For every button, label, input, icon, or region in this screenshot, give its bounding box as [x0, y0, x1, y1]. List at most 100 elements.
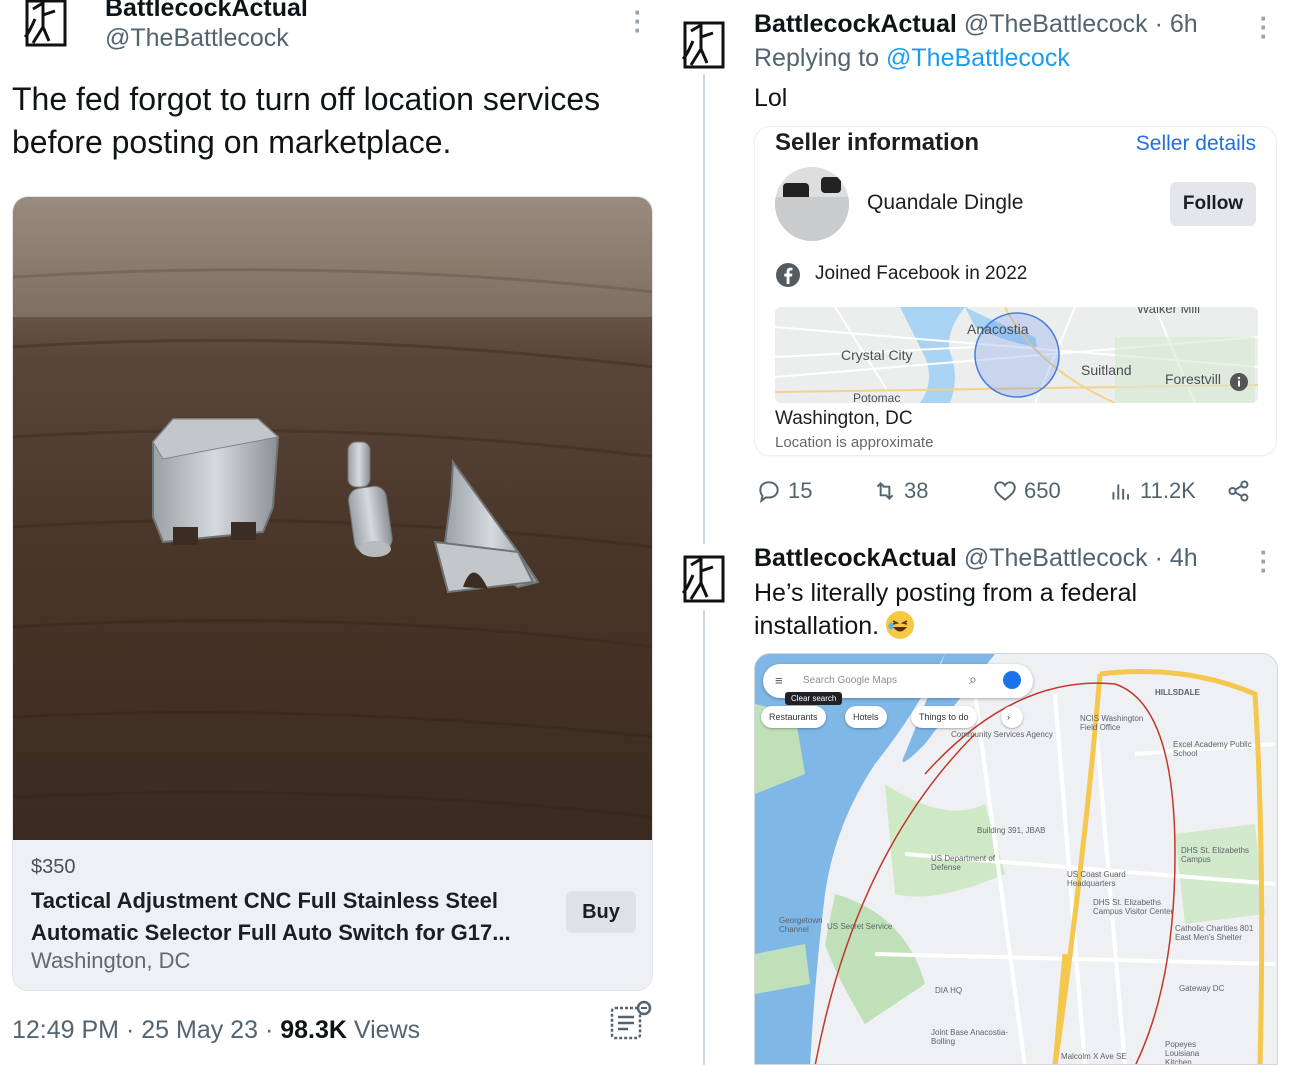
directions-icon[interactable]	[1003, 671, 1021, 689]
share-button[interactable]	[1226, 478, 1252, 504]
tweet-header: BattlecockActual @TheBattlecock · 6h	[754, 10, 1198, 39]
battlecock-logo-icon	[23, 0, 67, 47]
listing-title[interactable]: Tactical Adjustment CNC Full Stainless S…	[31, 885, 551, 949]
like-button[interactable]: 650	[992, 478, 1061, 504]
map-label: Forestvill	[1165, 371, 1222, 387]
views-label: Views	[353, 1016, 421, 1044]
tweet-date[interactable]: 25 May 23	[141, 1016, 258, 1044]
more-options-icon[interactable]: · · ·	[1258, 5, 1269, 49]
tweet-meta: 12:49 PM · 25 May 23 · 98.3K Views	[12, 1016, 420, 1045]
map-label: US Secret Service	[827, 922, 893, 931]
author-name[interactable]: BattlecockActual	[754, 10, 957, 38]
map-label: Gateway DC	[1179, 984, 1225, 993]
location-note: Location is approximate	[775, 434, 934, 451]
seller-name[interactable]: Quandale Dingle	[867, 191, 1023, 215]
author-handle[interactable]: @TheBattlecock	[105, 24, 289, 53]
listing-photo[interactable]	[13, 197, 652, 840]
more-options-icon[interactable]: · · ·	[632, 0, 643, 43]
map-label: US Coast Guard Headquarters	[1067, 870, 1126, 888]
chip-things-to-do[interactable]: Things to do	[911, 706, 977, 728]
map-label: Excel Academy Public School	[1173, 740, 1252, 758]
listing-price: $350	[31, 856, 76, 878]
retweet-button[interactable]: 38	[872, 478, 928, 504]
seller-heading: Seller information	[775, 129, 980, 156]
reply-button[interactable]: 15	[756, 478, 812, 504]
map-label: Georgetown Channel	[779, 916, 823, 934]
buy-button[interactable]: Buy	[566, 891, 636, 933]
laughing-emoji-icon	[886, 611, 915, 639]
google-map-screenshot[interactable]: ≡ Search Google Maps ⌕ Clear search Rest…	[754, 653, 1278, 1065]
heart-icon	[994, 481, 1016, 501]
map-label: Walker Mill	[1137, 307, 1201, 316]
tweet-actions: 15 38 650 11.2K	[754, 478, 1259, 512]
battlecock-logo-icon	[681, 21, 725, 69]
info-icon[interactable]	[1230, 373, 1248, 391]
map-label: US Department of Defense	[931, 854, 996, 872]
joined-facebook: Joined Facebook in 2022	[815, 263, 1028, 284]
map-label: HILLSDALE	[1155, 688, 1200, 697]
map-label: Catholic Charities 801 East Men's Shelte…	[1175, 924, 1254, 942]
map-label: Building 391, JBAB	[977, 826, 1046, 835]
thread-connector	[703, 610, 705, 1065]
map-label: DHS St. Elizabeths Campus Visitor Center	[1093, 898, 1174, 916]
tweet-text: He’s literally posting from a federal in…	[754, 577, 1214, 643]
avatar[interactable]	[18, 0, 74, 52]
seller-details-link[interactable]: Seller details	[1136, 132, 1256, 156]
separator: ·	[264, 1016, 274, 1044]
separator: ·	[1154, 10, 1163, 38]
map-label: Joint Base Anacostia-Bolling	[931, 1028, 1008, 1046]
location-map[interactable]: Anacostia Crystal City Potomac Suitland …	[775, 307, 1258, 403]
map-label: Malcolm X Ave SE	[1061, 1052, 1127, 1061]
author-name[interactable]: BattlecockActual	[105, 0, 308, 23]
author-handle[interactable]: @TheBattlecock	[964, 544, 1148, 572]
retweet-count: 38	[904, 478, 929, 503]
listing-location: Washington, DC	[31, 948, 191, 973]
listing-info[interactable]: $350 Tactical Adjustment CNC Full Stainl…	[13, 840, 652, 990]
map-label: DHS St. Elizabeths Campus	[1181, 846, 1250, 864]
share-icon	[1228, 480, 1249, 502]
map-label: Suitland	[1081, 362, 1132, 378]
tweet-age[interactable]: 4h	[1170, 544, 1198, 572]
avatar[interactable]	[676, 18, 732, 74]
map-label: NCIS Washington Field Office	[1080, 714, 1144, 732]
replying-prefix: Replying to	[754, 44, 880, 72]
chip-more-icon[interactable]: ›	[1001, 706, 1023, 728]
search-icon[interactable]: ⌕	[969, 671, 977, 688]
views-button[interactable]: 11.2K	[1108, 478, 1196, 504]
map-label: Anacostia	[967, 321, 1029, 337]
map-label: Popeyes Louisiana Kitchen	[1165, 1040, 1200, 1065]
separator: ·	[125, 1016, 135, 1044]
marketplace-listing-card[interactable]: $350 Tactical Adjustment CNC Full Stainl…	[12, 196, 653, 991]
map-label: Crystal City	[841, 347, 913, 363]
tweet-time[interactable]: 12:49 PM	[12, 1016, 119, 1044]
view-count: 11.2K	[1140, 478, 1196, 503]
tweet-header: BattlecockActual @TheBattlecock · 4h	[754, 544, 1198, 573]
chip-hotels[interactable]: Hotels	[845, 706, 887, 728]
reply-count: 15	[788, 478, 813, 503]
tweet-age[interactable]: 6h	[1170, 10, 1198, 38]
like-count: 650	[1024, 478, 1061, 503]
clear-search-tooltip: Clear search	[785, 692, 843, 705]
views-count: 98.3K	[280, 1016, 347, 1044]
author-name[interactable]: BattlecockActual	[754, 544, 957, 572]
tweet-text: Lol	[754, 84, 788, 112]
follow-button[interactable]: Follow	[1170, 182, 1256, 226]
tweet-text-content: He’s literally posting from a federal in…	[754, 579, 1138, 640]
map-label: Potomac	[853, 391, 901, 403]
seller-info-card[interactable]: Seller information Seller details Quanda…	[754, 126, 1277, 456]
menu-icon[interactable]: ≡	[775, 673, 783, 688]
author-handle[interactable]: @TheBattlecock	[964, 10, 1148, 38]
community-notes-icon[interactable]	[608, 1000, 652, 1044]
separator: ·	[1154, 544, 1163, 572]
reply-icon	[759, 481, 779, 504]
map-label: Community Services Agency	[951, 730, 1053, 739]
more-options-icon[interactable]: · · ·	[1258, 539, 1269, 583]
battlecock-logo-icon	[681, 555, 725, 603]
avatar[interactable]	[676, 552, 732, 608]
chip-restaurants[interactable]: Restaurants	[761, 706, 826, 728]
facebook-icon	[776, 263, 800, 287]
seller-avatar[interactable]	[775, 167, 849, 241]
map-label: DIA HQ	[935, 986, 963, 995]
replying-handle-link[interactable]: @TheBattlecock	[886, 44, 1070, 72]
tweet-text: The fed forgot to turn off location serv…	[12, 81, 601, 160]
